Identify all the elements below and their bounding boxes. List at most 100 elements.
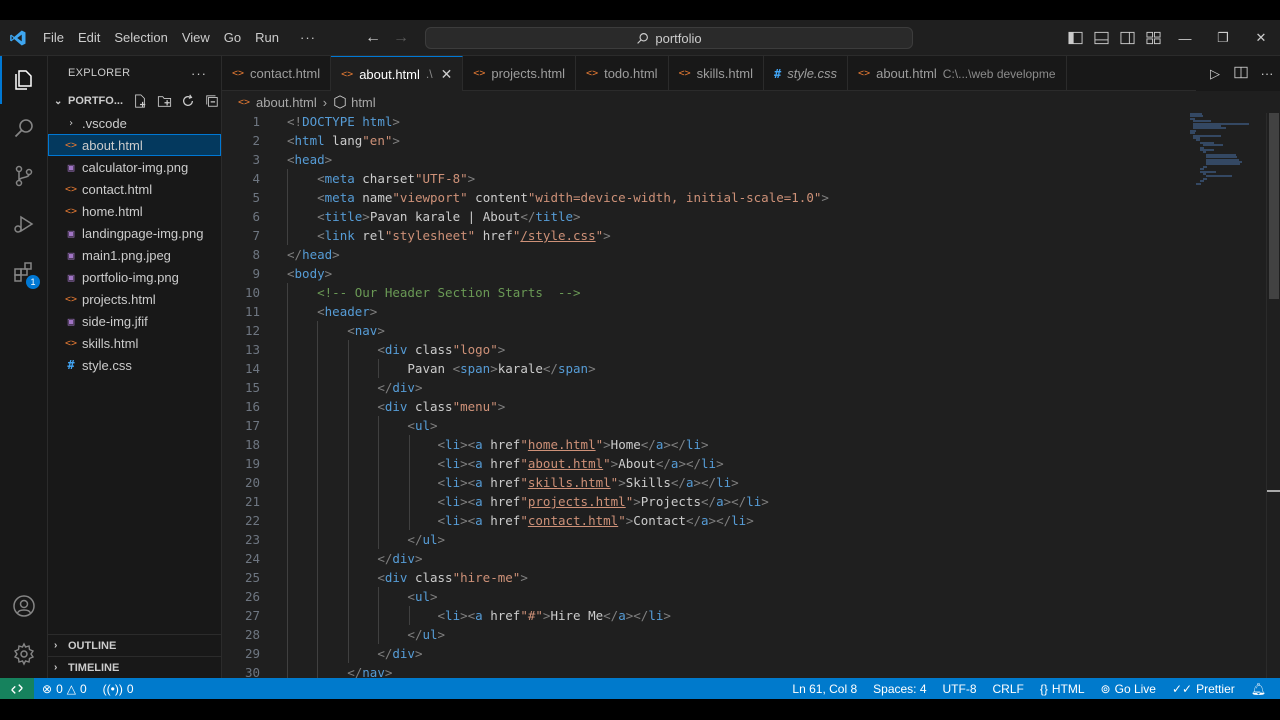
problems-indicator[interactable]: ⊗ 0 △ 0 <box>34 682 95 696</box>
code-line[interactable]: 8 </head> <box>222 245 1182 264</box>
tab-style-css[interactable]: # style.css <box>764 56 849 91</box>
code-line[interactable]: 27 <li><a href"#">Hire Me</a></li> <box>222 606 1182 625</box>
code-line[interactable]: 5 <meta name"viewport" content"width=dev… <box>222 188 1182 207</box>
scroll-thumb[interactable] <box>1269 113 1279 299</box>
minimize-icon[interactable]: — <box>1166 20 1204 56</box>
restore-icon[interactable]: ❐ <box>1204 20 1242 56</box>
timeline-section[interactable]: › TIMELINE <box>48 656 222 678</box>
tab-projects-html[interactable]: <> projects.html <box>463 56 577 91</box>
code-line[interactable]: 3 <head> <box>222 150 1182 169</box>
menu-more-button[interactable]: ··· <box>286 20 323 56</box>
code-line[interactable]: 4 <meta charset"UTF-8"> <box>222 169 1182 188</box>
code-line[interactable]: 24 </div> <box>222 549 1182 568</box>
new-file-icon[interactable] <box>131 92 149 110</box>
file-item[interactable]: # style.css <box>48 354 221 376</box>
code-line[interactable]: 30 </nav> <box>222 663 1182 678</box>
menu-item[interactable]: View <box>175 20 217 56</box>
customize-layout-icon[interactable] <box>1140 20 1166 56</box>
command-center-search[interactable]: portfolio <box>425 27 913 49</box>
run-debug-icon[interactable] <box>0 200 48 248</box>
file-item[interactable]: <> home.html <box>48 200 221 222</box>
line-ending[interactable]: CRLF <box>985 682 1032 696</box>
code-line[interactable]: 23 </ul> <box>222 530 1182 549</box>
menu-item[interactable]: Edit <box>71 20 107 56</box>
file-item[interactable]: <> skills.html <box>48 332 221 354</box>
minimap[interactable] <box>1190 113 1266 678</box>
file-item[interactable]: <> about.html <box>48 134 221 156</box>
menu-item[interactable]: Selection <box>107 20 174 56</box>
code-line[interactable]: 15 </div> <box>222 378 1182 397</box>
breadcrumb-node[interactable]: html <box>351 95 376 110</box>
go-live-button[interactable]: ⊚ Go Live <box>1093 682 1164 696</box>
menu-item[interactable]: File <box>36 20 71 56</box>
editor-scrollbar[interactable] <box>1266 113 1280 678</box>
close-window-icon[interactable]: ✕ <box>1242 20 1280 56</box>
file-item[interactable]: ▣ side-img.jfif <box>48 310 221 332</box>
encoding[interactable]: UTF-8 <box>935 682 985 696</box>
code-line[interactable]: 2 <html lang"en"> <box>222 131 1182 150</box>
tab-about-html[interactable]: <> about.html C:\...\web developme <box>848 56 1067 91</box>
code-line[interactable]: 17 <ul> <box>222 416 1182 435</box>
run-icon[interactable]: ▷ <box>1202 66 1228 82</box>
notifications-bell-icon[interactable]: 🔔︎ <box>1243 682 1274 696</box>
toggle-panel-icon[interactable] <box>1088 20 1114 56</box>
split-editor-icon[interactable] <box>1228 66 1254 82</box>
forward-arrow-icon[interactable]: → <box>392 29 410 47</box>
code-editor[interactable]: 1 <!DOCTYPE html> 2 <html lang"en"> 3 <head> 4… <box>222 113 1280 678</box>
code-line[interactable]: 25 <div class"hire-me"> <box>222 568 1182 587</box>
explorer-more-icon[interactable]: ··· <box>191 66 207 81</box>
settings-gear-icon[interactable] <box>0 630 48 678</box>
language-mode[interactable]: {} HTML <box>1032 682 1093 696</box>
code-line[interactable]: 10 <!-- Our Header Section Starts --> <box>222 283 1182 302</box>
outline-section[interactable]: › OUTLINE <box>48 634 222 656</box>
menu-item[interactable]: Run <box>248 20 286 56</box>
folder-root[interactable]: ⌄ PORTFO... <box>48 90 221 112</box>
toggle-sidebar-icon[interactable] <box>1062 20 1088 56</box>
menu-item[interactable]: Go <box>217 20 248 56</box>
file-item[interactable]: ▣ calculator-img.png <box>48 156 221 178</box>
search-activity-icon[interactable] <box>0 104 48 152</box>
extensions-icon[interactable]: 1 <box>0 248 48 296</box>
code-line[interactable]: 13 <div class"logo"> <box>222 340 1182 359</box>
code-line[interactable]: 18 <li><a href"home.html">Home</a></li> <box>222 435 1182 454</box>
folder-item[interactable]: › .vscode <box>48 112 221 134</box>
code-line[interactable]: 19 <li><a href"about.html">About</a></li… <box>222 454 1182 473</box>
file-item[interactable]: <> contact.html <box>48 178 221 200</box>
breadcrumb-file[interactable]: about.html <box>256 95 317 110</box>
code-line[interactable]: 26 <ul> <box>222 587 1182 606</box>
tab-todo-html[interactable]: <> todo.html <box>576 56 669 91</box>
explorer-icon[interactable] <box>0 56 48 104</box>
ports-indicator[interactable]: ((•)) 0 <box>95 682 142 696</box>
code-line[interactable]: 11 <header> <box>222 302 1182 321</box>
indentation[interactable]: Spaces: 4 <box>865 682 934 696</box>
more-actions-icon[interactable]: ··· <box>1254 66 1280 81</box>
prettier-button[interactable]: ✓✓ Prettier <box>1164 682 1243 696</box>
code-line[interactable]: 12 <nav> <box>222 321 1182 340</box>
code-line[interactable]: 9 <body> <box>222 264 1182 283</box>
source-control-icon[interactable] <box>0 152 48 200</box>
collapse-all-icon[interactable] <box>203 92 221 110</box>
tab-contact-html[interactable]: <> contact.html <box>222 56 332 91</box>
new-folder-icon[interactable] <box>155 92 173 110</box>
cursor-position[interactable]: Ln 61, Col 8 <box>784 682 865 696</box>
tab-about-html[interactable]: <> about.html .\ ✕ <box>331 56 464 91</box>
code-line[interactable]: 22 <li><a href"contact.html">Contact</a>… <box>222 511 1182 530</box>
tab-skills-html[interactable]: <> skills.html <box>669 56 764 91</box>
refresh-icon[interactable] <box>179 92 197 110</box>
file-item[interactable]: <> projects.html <box>48 288 221 310</box>
remote-indicator-icon[interactable] <box>0 678 34 699</box>
code-line[interactable]: 1 <!DOCTYPE html> <box>222 113 1182 131</box>
accounts-icon[interactable] <box>0 582 48 630</box>
code-line[interactable]: 28 </ul> <box>222 625 1182 644</box>
back-arrow-icon[interactable]: ← <box>364 29 382 47</box>
toggle-secondary-sidebar-icon[interactable] <box>1114 20 1140 56</box>
code-line[interactable]: 20 <li><a href"skills.html">Skills</a></… <box>222 473 1182 492</box>
file-item[interactable]: ▣ main1.png.jpeg <box>48 244 221 266</box>
code-line[interactable]: 7 <link rel"stylesheet" href"/style.css"… <box>222 226 1182 245</box>
file-item[interactable]: ▣ portfolio-img.png <box>48 266 221 288</box>
code-line[interactable]: 14 Pavan <span>karale</span> <box>222 359 1182 378</box>
close-tab-icon[interactable]: ✕ <box>441 66 453 83</box>
code-line[interactable]: 16 <div class"menu"> <box>222 397 1182 416</box>
code-line[interactable]: 21 <li><a href"projects.html">Projects</… <box>222 492 1182 511</box>
code-line[interactable]: 29 </div> <box>222 644 1182 663</box>
